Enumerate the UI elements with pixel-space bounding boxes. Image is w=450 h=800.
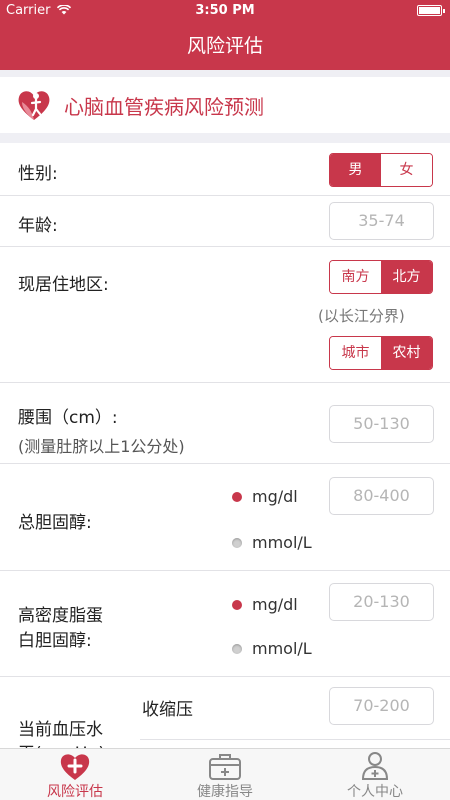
gender-male-option[interactable]: 男: [330, 154, 381, 186]
cholesterol-unit-mmol[interactable]: mmol/L: [232, 533, 312, 552]
age-input[interactable]: 35-74: [329, 202, 434, 240]
age-label: 年龄:: [18, 216, 58, 236]
hdl-row: 高密度脂蛋 白胆固醇: mg/dl mmol/L 20-130: [0, 571, 450, 677]
status-bar: Carrier 3:50 PM: [0, 0, 450, 22]
hdl-input[interactable]: 20-130: [329, 583, 434, 621]
section-banner: 心脑血管疾病风险预测: [0, 77, 450, 133]
cholesterol-unit-mgdl-label: mg/dl: [252, 487, 298, 506]
divider: [140, 739, 450, 740]
region-row: 现居住地区: 南方 北方 (以长江分界) 城市 农村: [0, 247, 450, 383]
cholesterol-unit-mgdl[interactable]: mg/dl: [232, 487, 298, 506]
hdl-label-line2: 白胆固醇:: [18, 631, 92, 651]
tab-risk-assessment[interactable]: 风险评估: [0, 749, 150, 800]
bp-label-line1: 当前血压水: [18, 720, 103, 740]
clock: 3:50 PM: [195, 3, 255, 18]
region-area-control: 城市 农村: [329, 336, 433, 370]
systolic-input[interactable]: 70-200: [329, 687, 434, 725]
systolic-label: 收缩压: [142, 700, 193, 720]
waist-sublabel: (测量肚脐以上1公分处): [18, 437, 185, 456]
region-direction-control: 南方 北方: [329, 260, 433, 294]
heart-plus-icon: [60, 754, 90, 780]
hdl-unit-mgdl-label: mg/dl: [252, 595, 298, 614]
radio-unselected-icon: [232, 643, 242, 654]
region-hint: (以长江分界): [318, 307, 405, 325]
page-title: 风险评估: [186, 35, 263, 57]
waist-input[interactable]: 50-130: [329, 405, 434, 443]
cholesterol-unit-mmol-label: mmol/L: [252, 533, 312, 552]
cholesterol-row: 总胆固醇: mg/dl mmol/L 80-400: [0, 464, 450, 571]
region-south-option[interactable]: 南方: [330, 261, 381, 293]
medical-kit-icon: [209, 754, 241, 780]
hdl-unit-mgdl[interactable]: mg/dl: [232, 595, 298, 614]
region-label: 现居住地区:: [18, 275, 109, 295]
user-profile-icon: [361, 752, 389, 780]
banner-title: 心脑血管疾病风险预测: [64, 95, 264, 119]
age-row: 年龄: 35-74: [0, 196, 450, 247]
gender-female-option[interactable]: 女: [381, 154, 432, 186]
hdl-unit-mmol-label: mmol/L: [252, 639, 312, 658]
gender-segmented-control: 男 女: [329, 153, 433, 187]
waist-label: 腰围（cm）:: [18, 408, 118, 428]
radio-selected-icon: [232, 599, 242, 610]
region-rural-option[interactable]: 农村: [381, 337, 432, 369]
tab-bar: 风险评估 健康指导 个人中心: [0, 748, 450, 800]
gender-row: 性别: 男 女: [0, 143, 450, 196]
tab-personal-center[interactable]: 个人中心: [300, 749, 450, 800]
tab-health-guide-label: 健康指导: [197, 784, 253, 800]
tab-personal-center-label: 个人中心: [347, 784, 403, 800]
nav-bar: 风险评估: [0, 22, 450, 70]
risk-form: 性别: 男 女 年龄: 35-74 现居住地区: 南方 北方 (以长江分界) 城…: [0, 143, 450, 748]
heart-logo-icon: [18, 91, 50, 120]
gender-label: 性别:: [18, 164, 58, 184]
battery-icon: [417, 5, 445, 16]
radio-unselected-icon: [232, 537, 242, 548]
cholesterol-label: 总胆固醇:: [18, 513, 92, 533]
region-city-option[interactable]: 城市: [330, 337, 381, 369]
blood-pressure-row: 当前血压水 平(mmHg): 收缩压 70-200: [0, 677, 450, 748]
tab-health-guide[interactable]: 健康指导: [150, 749, 300, 800]
hdl-label-line1: 高密度脂蛋: [18, 606, 103, 626]
hdl-unit-mmol[interactable]: mmol/L: [232, 639, 312, 658]
bp-label-line2: 平(mmHg):: [18, 739, 111, 748]
waist-row: 腰围（cm）: (测量肚脐以上1公分处) 50-130: [0, 383, 450, 464]
radio-selected-icon: [232, 491, 242, 502]
tab-risk-assessment-label: 风险评估: [47, 784, 103, 800]
cholesterol-input[interactable]: 80-400: [329, 477, 434, 515]
region-north-option[interactable]: 北方: [381, 261, 432, 293]
